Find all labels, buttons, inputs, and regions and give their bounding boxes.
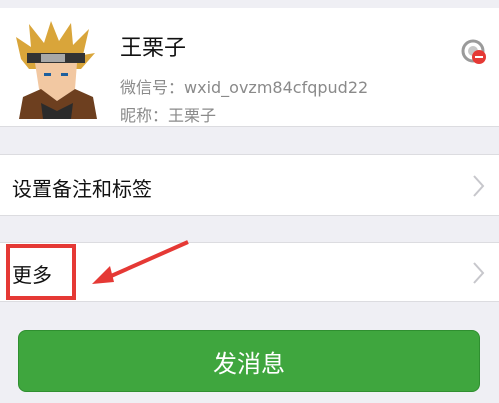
chevron-right-icon [473, 175, 485, 197]
nickname-value: 王栗子 [168, 106, 217, 125]
set-remark-and-tags-label: 设置备注和标签 [12, 177, 152, 201]
avatar-image [11, 19, 99, 119]
chevron-right-icon [473, 262, 485, 284]
highlight-box-annotation [6, 244, 76, 300]
contact-profile-screen: 王栗子 微信号：wxid_ovzm84cfqpud22 昵称：王栗子 设置备注和… [0, 0, 499, 403]
pointer-arrow-icon [92, 240, 189, 284]
profile-card: 王栗子 微信号：wxid_ovzm84cfqpud22 昵称：王栗子 [0, 8, 499, 127]
top-strip [0, 0, 499, 8]
nickname-label: 昵称： [120, 106, 169, 125]
nickname-row: 昵称：王栗子 [120, 102, 216, 126]
star-badge-icon [461, 39, 486, 64]
wechat-id-label: 微信号： [120, 78, 185, 97]
contact-name: 王栗子 [120, 36, 187, 61]
send-message-button[interactable]: 发消息 [18, 330, 480, 392]
star-icon[interactable] [458, 36, 488, 66]
set-remark-and-tags-row[interactable]: 设置备注和标签 [0, 154, 499, 216]
avatar[interactable] [11, 19, 99, 119]
wechat-id-value: wxid_ovzm84cfqpud22 [184, 78, 369, 97]
wechat-id-row: 微信号：wxid_ovzm84cfqpud22 [120, 74, 368, 98]
